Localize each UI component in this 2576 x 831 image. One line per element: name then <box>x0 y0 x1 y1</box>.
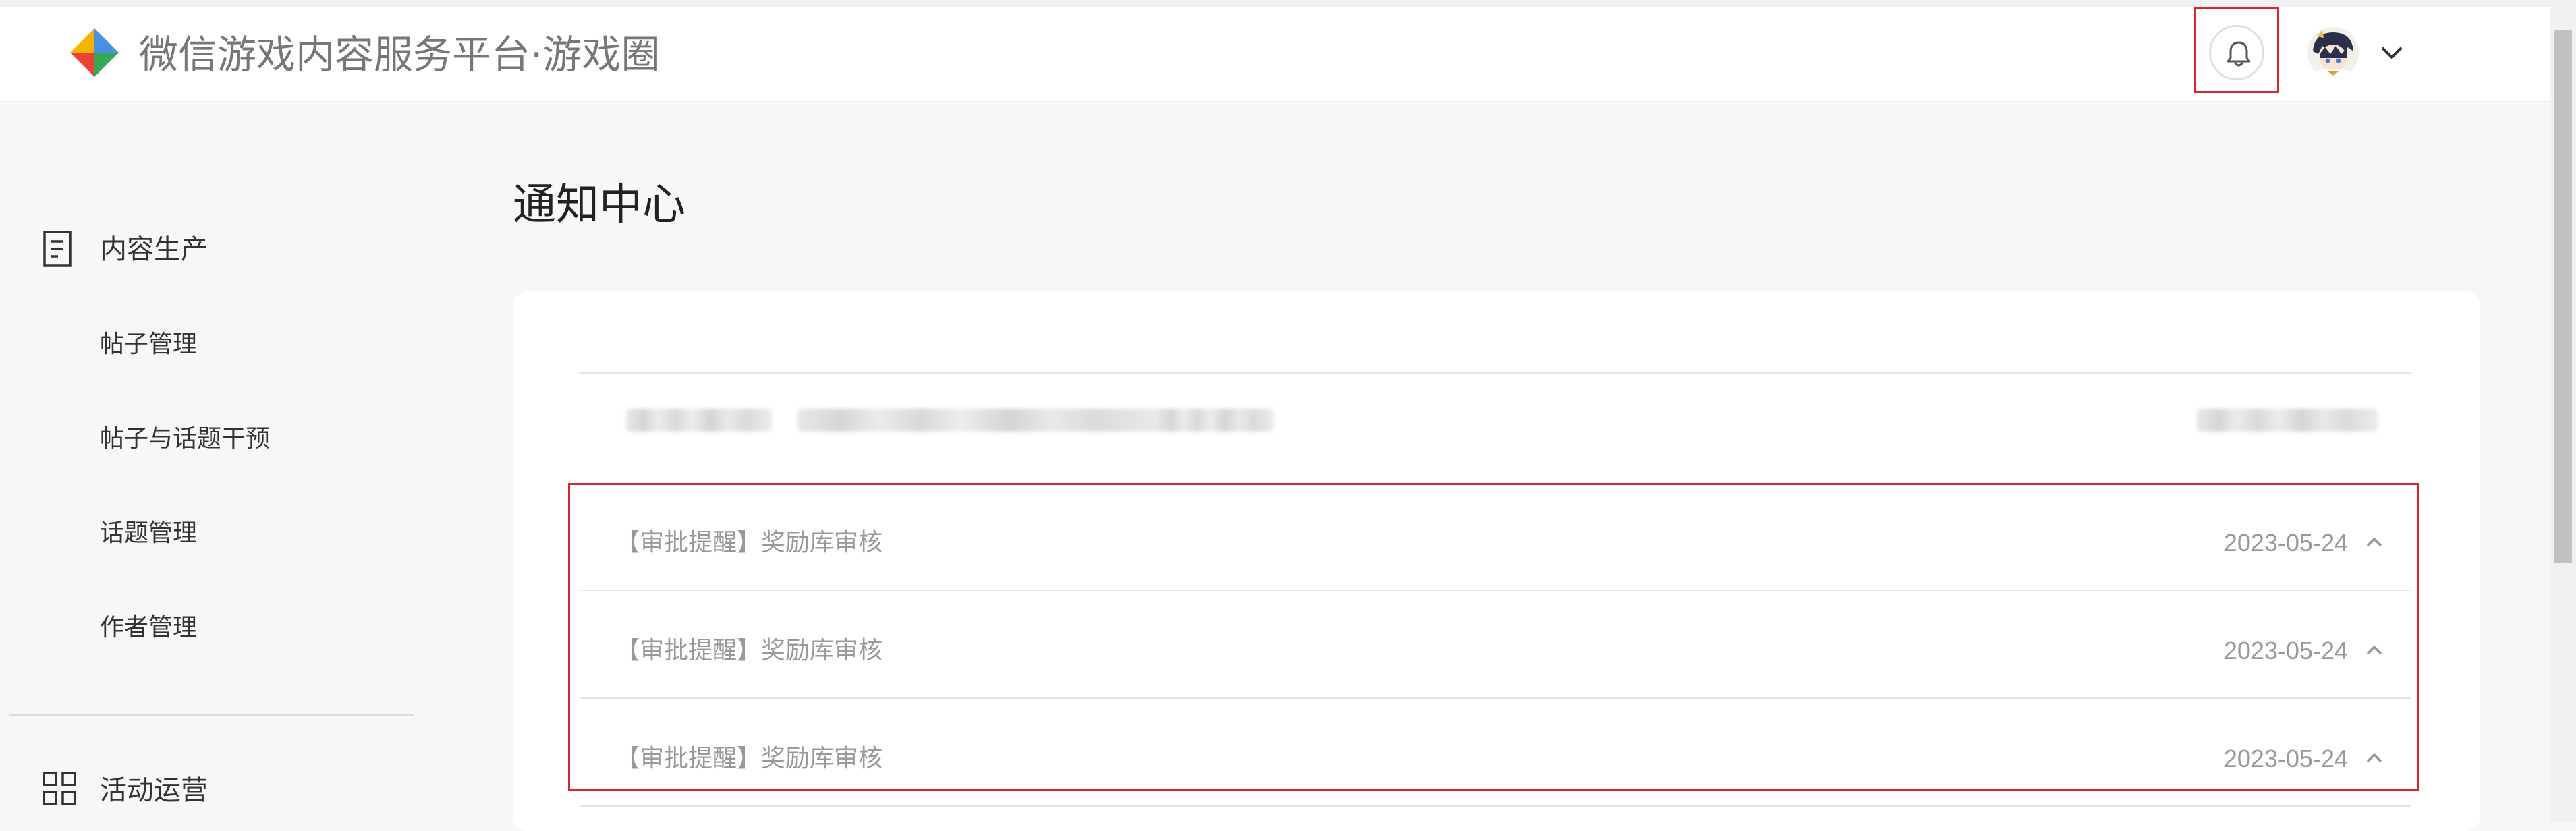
sidebar: 内容生产 帖子管理 帖子与话题干预 话题管理 作者管理 活动运营 <box>0 102 439 822</box>
redacted-text <box>797 409 1162 432</box>
bell-icon[interactable] <box>2209 25 2264 80</box>
sidebar-item-post-topic-intervention[interactable]: 帖子与话题干预 <box>100 422 270 456</box>
chevron-down-icon[interactable] <box>2375 40 2409 66</box>
top-header: 微信游戏内容服务平台·游戏圈 <box>0 7 2550 102</box>
sidebar-item-author-management[interactable]: 作者管理 <box>100 611 197 645</box>
sidebar-group-content-production[interactable]: 内容生产 <box>42 226 379 273</box>
redacted-notification-row[interactable] <box>580 375 2411 483</box>
grid-icon <box>42 771 77 809</box>
sidebar-group-activity-operations[interactable]: 活动运营 <box>42 767 379 814</box>
notification-bell-button[interactable] <box>2194 7 2279 93</box>
document-icon <box>42 230 73 270</box>
redacted-text <box>626 409 772 432</box>
colorful-diamond-logo-icon[interactable] <box>69 27 120 78</box>
app-title[interactable]: 微信游戏内容服务平台·游戏圈 <box>139 31 660 78</box>
sidebar-item-post-management[interactable]: 帖子管理 <box>100 328 197 362</box>
redacted-date <box>2197 409 2378 432</box>
list-divider <box>580 372 2411 374</box>
sidebar-group-label: 内容生产 <box>100 234 208 265</box>
sidebar-group-label: 活动运营 <box>100 775 208 806</box>
redacted-text <box>1158 409 1274 432</box>
user-avatar[interactable] <box>2307 27 2359 78</box>
sidebar-divider <box>9 714 414 716</box>
window-top-edge <box>0 0 2576 7</box>
scrollbar-thumb[interactable] <box>2554 30 2572 563</box>
sidebar-item-topic-management[interactable]: 话题管理 <box>100 517 197 550</box>
highlighted-notification-group <box>568 483 2419 791</box>
page-title: 通知中心 <box>513 180 685 230</box>
